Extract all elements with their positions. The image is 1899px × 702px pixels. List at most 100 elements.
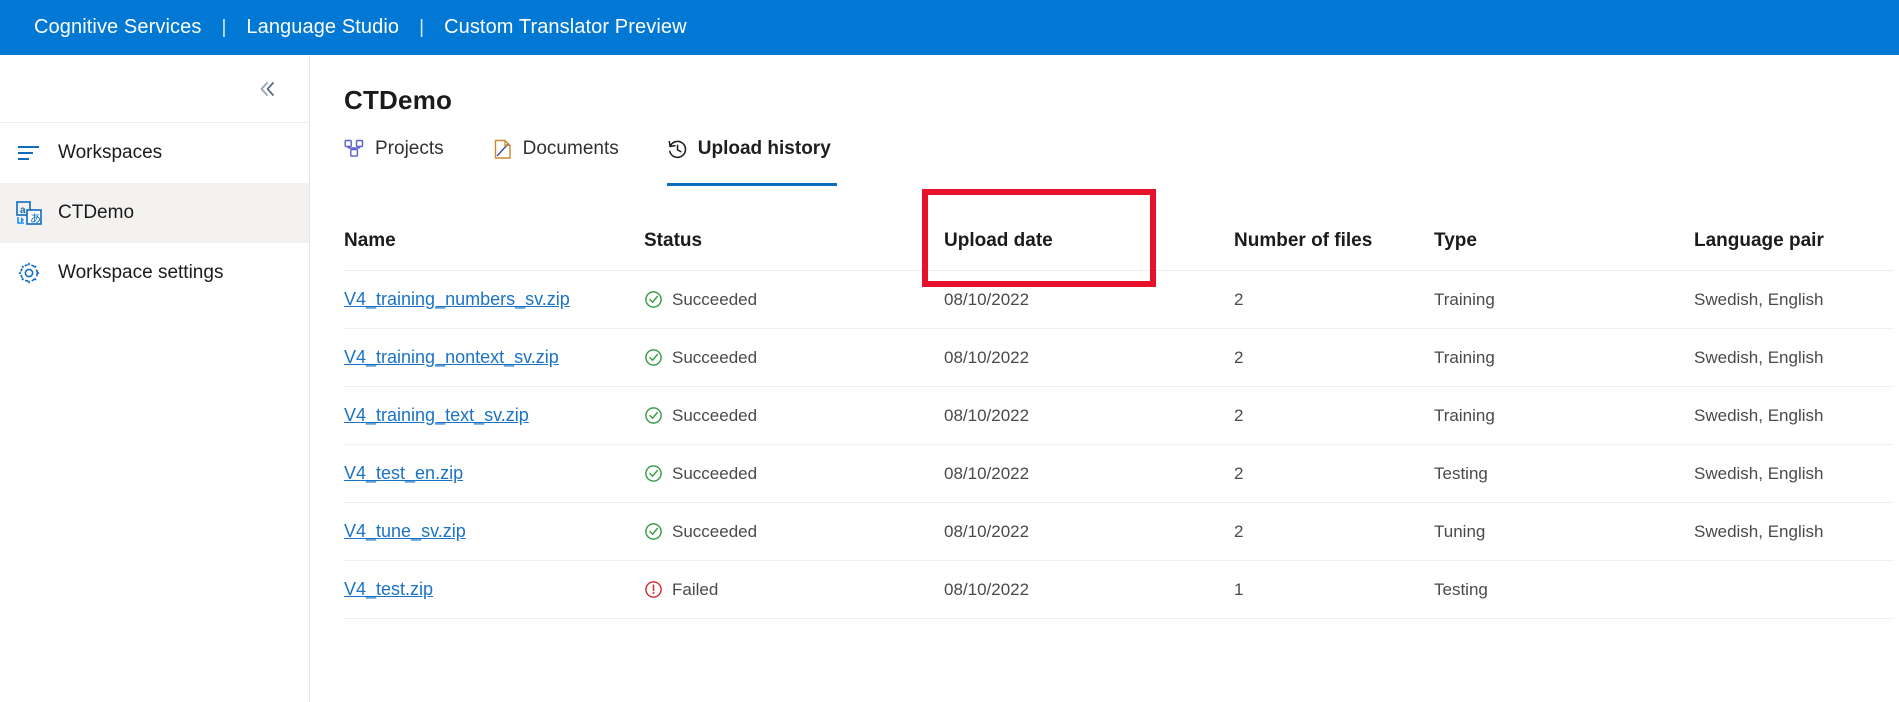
cell-language-pair <box>1694 560 1894 619</box>
file-link[interactable]: V4_training_nontext_sv.zip <box>344 347 559 367</box>
translator-icon: a あ <box>16 200 42 226</box>
tab-documents[interactable]: Documents <box>492 138 619 170</box>
cell-language-pair: Swedish, English <box>1694 444 1894 503</box>
check-circle-icon <box>644 348 663 367</box>
check-circle-icon <box>644 290 663 309</box>
status-label: Failed <box>672 579 719 599</box>
sidebar-item-label: CTDemo <box>58 202 135 223</box>
cell-status: Succeeded <box>644 502 944 561</box>
cell-upload-date: 08/10/2022 <box>944 328 1234 387</box>
sidebar: Workspaces a あ CTDemo Workspace settings <box>0 55 310 702</box>
tab-upload-history[interactable]: Upload history <box>666 138 837 186</box>
sidebar-collapse-row <box>0 55 309 123</box>
gear-icon <box>16 260 42 286</box>
tab-label: Documents <box>522 138 619 159</box>
tab-bar: Projects Documents Upload history <box>344 138 1899 186</box>
table-header: Name Status Upload date Number of files … <box>344 230 1894 271</box>
table-row: V4_tune_sv.zip Succeeded 08/10/2022 2 Tu… <box>344 502 1894 561</box>
cell-name: V4_training_numbers_sv.zip <box>344 270 644 329</box>
column-header-type[interactable]: Type <box>1434 230 1694 271</box>
table-header-row: Name Status Upload date Number of files … <box>344 230 1894 271</box>
cell-type: Training <box>1434 328 1694 387</box>
sidebar-item-label: Workspaces <box>58 142 163 163</box>
cell-upload-date: 08/10/2022 <box>944 386 1234 445</box>
svg-text:a: a <box>20 205 26 216</box>
topbar-separator: | <box>419 16 425 38</box>
cell-name: V4_training_text_sv.zip <box>344 386 644 445</box>
error-circle-icon <box>644 580 663 599</box>
cell-type: Tuning <box>1434 502 1694 561</box>
column-header-language-pair[interactable]: Language pair <box>1694 230 1894 271</box>
cell-number-of-files: 2 <box>1234 270 1434 329</box>
cell-language-pair: Swedish, English <box>1694 270 1894 329</box>
cell-language-pair: Swedish, English <box>1694 386 1894 445</box>
cell-name: V4_tune_sv.zip <box>344 502 644 561</box>
table-row: V4_training_numbers_sv.zip Succeeded 08/… <box>344 270 1894 329</box>
double-chevron-left-icon[interactable] <box>255 76 281 102</box>
cell-status: Succeeded <box>644 270 944 329</box>
table-body: V4_training_numbers_sv.zip Succeeded 08/… <box>344 270 1894 619</box>
cell-number-of-files: 2 <box>1234 328 1434 387</box>
table-row: V4_training_text_sv.zip Succeeded 08/10/… <box>344 386 1894 445</box>
topbar-link-cognitive-services[interactable]: Cognitive Services <box>34 16 201 39</box>
sidebar-item-workspaces[interactable]: Workspaces <box>0 123 309 183</box>
file-link[interactable]: V4_test.zip <box>344 579 433 599</box>
table-row: V4_test_en.zip Succeeded 08/10/2022 2 Te… <box>344 444 1894 503</box>
top-navigation-bar: Cognitive Services | Language Studio | C… <box>0 0 1899 55</box>
cell-type: Testing <box>1434 560 1694 619</box>
column-header-upload-date[interactable]: Upload date <box>944 230 1234 271</box>
cell-upload-date: 08/10/2022 <box>944 444 1234 503</box>
page-title: CTDemo <box>344 85 453 115</box>
cell-status: Succeeded <box>644 328 944 387</box>
history-clock-icon <box>667 138 689 160</box>
topbar-separator: | <box>221 16 227 38</box>
cell-type: Training <box>1434 386 1694 445</box>
status-label: Succeeded <box>672 521 758 541</box>
topbar-link-custom-translator-preview[interactable]: Custom Translator Preview <box>444 16 687 39</box>
sidebar-item-ctdemo[interactable]: a あ CTDemo <box>0 183 309 243</box>
tab-label: Projects <box>375 138 444 159</box>
cell-number-of-files: 2 <box>1234 386 1434 445</box>
cell-status: Failed <box>644 560 944 619</box>
table-row: V4_test.zip Failed 08/10/2022 1 Testing <box>344 560 1894 619</box>
status-label: Succeeded <box>672 463 758 483</box>
document-icon <box>492 138 514 160</box>
sidebar-item-label: Workspace settings <box>58 262 224 283</box>
cell-upload-date: 08/10/2022 <box>944 270 1234 329</box>
column-header-status[interactable]: Status <box>644 230 944 271</box>
projects-icon <box>344 138 366 160</box>
cell-name: V4_training_nontext_sv.zip <box>344 328 644 387</box>
table-row: V4_training_nontext_sv.zip Succeeded 08/… <box>344 328 1894 387</box>
svg-text:あ: あ <box>30 212 41 225</box>
tab-projects[interactable]: Projects <box>344 138 444 170</box>
column-header-name[interactable]: Name <box>344 230 644 271</box>
app-body: Workspaces a あ CTDemo Workspace settings… <box>0 55 1899 702</box>
file-link[interactable]: V4_training_numbers_sv.zip <box>344 289 570 309</box>
cell-number-of-files: 1 <box>1234 560 1434 619</box>
cell-status: Succeeded <box>644 444 944 503</box>
file-link[interactable]: V4_tune_sv.zip <box>344 521 466 541</box>
status-label: Succeeded <box>672 347 758 367</box>
upload-history-table-wrapper: Name Status Upload date Number of files … <box>344 230 1899 619</box>
check-circle-icon <box>644 522 663 541</box>
cell-number-of-files: 2 <box>1234 502 1434 561</box>
cell-upload-date: 08/10/2022 <box>944 502 1234 561</box>
main-content: CTDemo Projects Documents Upload history… <box>310 55 1899 702</box>
status-label: Succeeded <box>672 405 758 425</box>
cell-language-pair: Swedish, English <box>1694 328 1894 387</box>
cell-upload-date: 08/10/2022 <box>944 560 1234 619</box>
topbar-link-language-studio[interactable]: Language Studio <box>246 16 399 39</box>
cell-status: Succeeded <box>644 386 944 445</box>
tab-label: Upload history <box>697 138 831 159</box>
cell-name: V4_test.zip <box>344 560 644 619</box>
cell-type: Training <box>1434 270 1694 329</box>
file-link[interactable]: V4_test_en.zip <box>344 463 463 483</box>
cell-type: Testing <box>1434 444 1694 503</box>
list-icon <box>16 140 42 166</box>
cell-language-pair: Swedish, English <box>1694 502 1894 561</box>
upload-history-table: Name Status Upload date Number of files … <box>344 230 1894 619</box>
file-link[interactable]: V4_training_text_sv.zip <box>344 405 529 425</box>
column-header-number-of-files[interactable]: Number of files <box>1234 230 1434 271</box>
check-circle-icon <box>644 406 663 425</box>
sidebar-item-workspace-settings[interactable]: Workspace settings <box>0 243 309 303</box>
